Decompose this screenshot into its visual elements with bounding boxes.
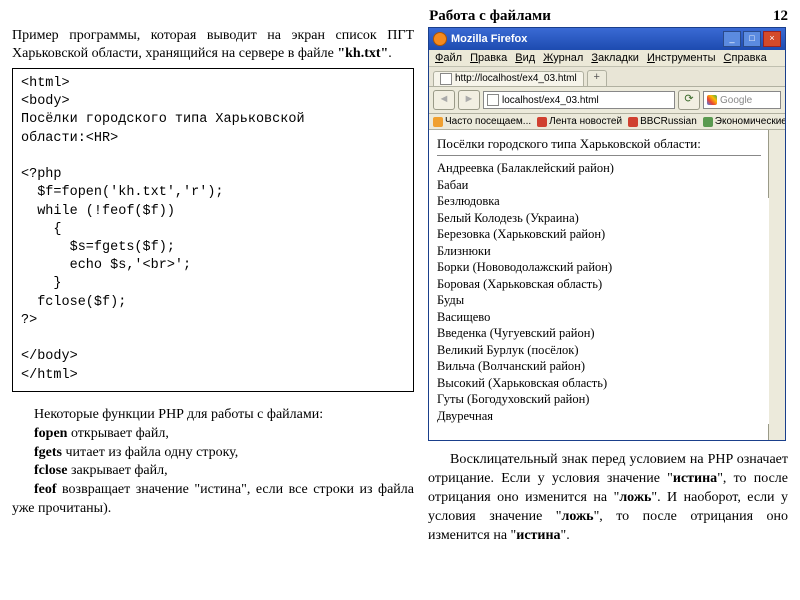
- new-tab-button[interactable]: +: [587, 70, 607, 86]
- menu-view[interactable]: Вид: [515, 52, 535, 64]
- para-lozh2: ложь: [562, 509, 594, 524]
- bookmark-item[interactable]: Часто посещаем...: [433, 116, 531, 127]
- menu-help[interactable]: Справка: [724, 52, 767, 64]
- site-icon: [487, 94, 499, 106]
- content-line: Бабаи: [437, 177, 761, 194]
- address-bar[interactable]: localhost/ex4_03.html: [483, 91, 675, 109]
- explanation-paragraph: Восклицательный знак перед условием на P…: [428, 451, 788, 545]
- bookmark-item[interactable]: BBCRussian: [628, 116, 697, 127]
- func-fgets: fgets: [34, 445, 62, 460]
- bookmark-item[interactable]: Лента новостей: [537, 116, 622, 127]
- page-number: 12: [773, 8, 788, 25]
- content-line: Белый Колодезь (Украина): [437, 210, 761, 227]
- bookmark-icon: [703, 117, 713, 127]
- content-line: Безлюдовка: [437, 193, 761, 210]
- firefox-icon: [433, 32, 447, 46]
- func-feof: feof: [34, 482, 57, 497]
- func-fopen-desc: открывает файл,: [67, 426, 168, 441]
- func-fclose: fclose: [34, 463, 67, 478]
- search-field[interactable]: Google: [703, 91, 781, 109]
- menu-tools[interactable]: Инструменты: [647, 52, 716, 64]
- funcs-intro: Некоторые функции PHP для работы с файла…: [12, 406, 414, 425]
- bookmark-label: BBCRussian: [640, 116, 697, 127]
- google-icon: [707, 95, 717, 105]
- close-button[interactable]: ×: [763, 31, 781, 47]
- browser-window: Mozilla Firefox _ □ × Файл Правка Вид Жу…: [428, 27, 786, 441]
- func-fopen: fopen: [34, 426, 67, 441]
- content-line: Введенка (Чугуевский район): [437, 325, 761, 342]
- url-text: localhost/ex4_03.html: [502, 95, 599, 106]
- func-feof-desc: возвращает значение "истина", если все с…: [12, 482, 414, 516]
- page-icon: [440, 73, 452, 85]
- browser-titlebar[interactable]: Mozilla Firefox _ □ ×: [429, 28, 785, 50]
- content-line: Высокий (Харьковская область): [437, 375, 761, 392]
- content-line: Великий Бурлук (посёлок): [437, 342, 761, 359]
- bookmark-icon: [628, 117, 638, 127]
- content-hr: [437, 155, 761, 156]
- content-line: Двуречная: [437, 408, 761, 425]
- para-istina1: истина: [673, 471, 717, 486]
- scroll-down-button[interactable]: ▾: [768, 424, 784, 440]
- content-line: Гуты (Богодуховский район): [437, 391, 761, 408]
- bookmark-label: Лента новостей: [549, 116, 622, 127]
- menu-history[interactable]: Журнал: [543, 52, 583, 64]
- browser-content: ▴ ▾ Посёлки городского типа Харьковской …: [429, 130, 785, 440]
- content-line: Вильча (Волчанский район): [437, 358, 761, 375]
- bookmark-label: Экономические изве...: [715, 116, 785, 127]
- code-listing: <html> <body> Посёлки городского типа Ха…: [12, 68, 414, 392]
- menu-edit[interactable]: Правка: [470, 52, 507, 64]
- func-fgets-desc: читает из файла одну строку,: [62, 445, 238, 460]
- intro-filename: "kh.txt": [337, 46, 388, 61]
- content-line: Боровая (Харьковская область): [437, 276, 761, 293]
- forward-button[interactable]: ►: [458, 90, 480, 110]
- reload-button[interactable]: ⟳: [678, 90, 700, 110]
- browser-title: Mozilla Firefox: [451, 33, 723, 45]
- bookmark-icon: [433, 117, 443, 127]
- minimize-button[interactable]: _: [723, 31, 741, 47]
- menu-bookmarks[interactable]: Закладки: [591, 52, 639, 64]
- para-istina2: истина: [516, 528, 560, 543]
- content-heading: Посёлки городского типа Харьковской обла…: [437, 136, 761, 152]
- bookmark-label: Часто посещаем...: [445, 116, 531, 127]
- para-s2i: ".: [561, 528, 570, 543]
- para-s2a: Если у условия значение ": [501, 471, 673, 486]
- tab-label: http://localhost/ex4_03.html: [455, 73, 577, 84]
- browser-tabbar: http://localhost/ex4_03.html +: [429, 67, 785, 87]
- bookmark-item[interactable]: Экономические изве...: [703, 116, 785, 127]
- browser-menubar[interactable]: Файл Правка Вид Журнал Закладки Инструме…: [429, 50, 785, 67]
- browser-tab[interactable]: http://localhost/ex4_03.html: [433, 71, 584, 86]
- content-line: Андреевка (Балаклейский район): [437, 160, 761, 177]
- content-line: Васищево: [437, 309, 761, 326]
- php-functions: Некоторые функции PHP для работы с файла…: [12, 406, 414, 519]
- content-line: Борки (Нововодолажский район): [437, 259, 761, 276]
- search-placeholder: Google: [720, 95, 752, 106]
- scroll-thumb[interactable]: [768, 146, 784, 198]
- content-line: Березовка (Харьковский район): [437, 226, 761, 243]
- func-fclose-desc: закрывает файл,: [67, 463, 167, 478]
- scroll-up-button[interactable]: ▴: [768, 130, 784, 146]
- bookmarks-bar: Часто посещаем... Лента новостей BBCRuss…: [429, 114, 785, 130]
- page-title: Работа с файлами: [207, 8, 773, 25]
- bookmark-icon: [537, 117, 547, 127]
- browser-toolbar: ◄ ► localhost/ex4_03.html ⟳ Google: [429, 87, 785, 114]
- content-line: Буды: [437, 292, 761, 309]
- back-button[interactable]: ◄: [433, 90, 455, 110]
- menu-file[interactable]: Файл: [435, 52, 462, 64]
- intro-dot: .: [388, 46, 392, 61]
- maximize-button[interactable]: □: [743, 31, 761, 47]
- intro-text: Пример программы, которая выводит на экр…: [12, 27, 414, 62]
- para-lozh1: ложь: [619, 490, 651, 505]
- content-line: Близнюки: [437, 243, 761, 260]
